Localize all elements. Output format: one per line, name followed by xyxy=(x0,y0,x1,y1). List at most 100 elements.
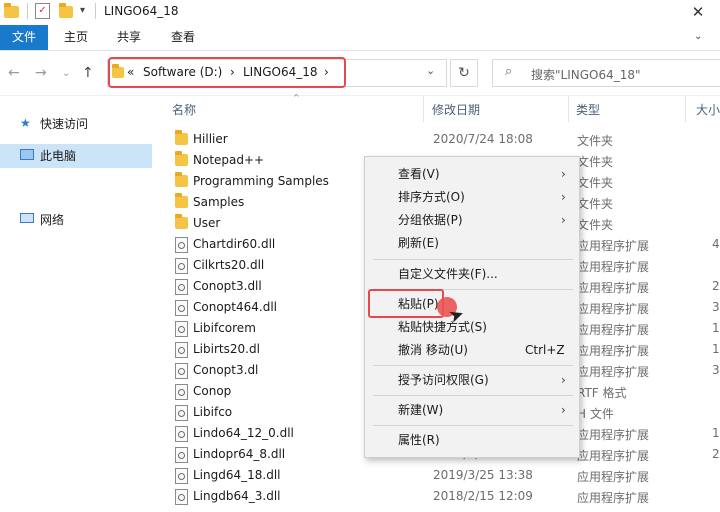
search-box[interactable]: ⌕ 搜索"LINGO64_18" xyxy=(492,59,720,87)
column-header-type[interactable]: 类型 xyxy=(576,101,600,118)
dll-file-icon xyxy=(175,342,188,358)
column-divider[interactable] xyxy=(423,96,424,122)
close-icon[interactable]: ✕ xyxy=(676,0,720,25)
menu-item-properties[interactable]: 属性(R) xyxy=(365,429,579,451)
dll-file-icon xyxy=(175,363,188,379)
file-name: Conop xyxy=(193,384,232,398)
sidebar-item-this-pc[interactable]: 此电脑 xyxy=(0,144,152,168)
vertical-scrollbar[interactable] xyxy=(708,122,720,512)
dll-file-icon xyxy=(175,447,188,463)
menu-item-view[interactable]: 查看(V) › xyxy=(365,163,579,185)
file-type: 应用程序扩展 xyxy=(577,323,650,337)
menu-item-label: 授予访问权限(G) xyxy=(398,373,489,387)
menu-item-label: 分组依据(P) xyxy=(398,213,463,227)
navigation-pane: ★ 快速访问 此电脑 网络 xyxy=(0,96,155,512)
search-icon: ⌕ xyxy=(505,64,513,79)
menu-item-label: 属性(R) xyxy=(398,433,440,447)
column-header-date[interactable]: 修改日期 xyxy=(432,101,480,118)
ribbon-tabs: 文件 主页 共享 查看 ⌄ xyxy=(0,25,720,51)
menu-item-new[interactable]: 新建(W) › xyxy=(365,399,579,421)
file-name: User xyxy=(193,216,221,230)
expand-ribbon-icon[interactable]: ⌄ xyxy=(694,31,702,42)
sidebar-item-label: 网络 xyxy=(40,213,65,227)
dll-file-icon xyxy=(175,468,188,484)
folder-icon xyxy=(175,214,188,229)
dll-file-icon xyxy=(175,405,188,421)
menu-separator xyxy=(373,395,573,396)
tab-share[interactable]: 共享 xyxy=(107,25,151,50)
refresh-icon[interactable]: ↻ xyxy=(450,59,478,87)
recent-locations-icon[interactable]: ⌄ xyxy=(62,68,70,79)
sidebar-item-label: 快速访问 xyxy=(40,117,89,131)
menu-item-customize-folder[interactable]: 自定义文件夹(F)... xyxy=(365,263,579,285)
menu-item-sort-by[interactable]: 排序方式(O) › xyxy=(365,186,579,208)
sidebar-item-network[interactable]: 网络 xyxy=(0,208,152,232)
menu-separator xyxy=(373,425,573,426)
file-name: Hillier xyxy=(193,132,228,146)
file-type: 文件夹 xyxy=(577,176,614,190)
file-name: Libirts20.dl xyxy=(193,342,260,356)
back-icon[interactable]: ← xyxy=(8,65,20,81)
file-name: Conopt3.dll xyxy=(193,279,262,293)
file-type: 文件夹 xyxy=(577,197,614,211)
file-row[interactable]: Lingd64_18.dll 2019/3/25 13:38 应用程序扩展 xyxy=(172,465,720,486)
dll-file-icon xyxy=(175,321,188,337)
menu-item-label: 新建(W) xyxy=(398,403,444,417)
file-name: Chartdir60.dll xyxy=(193,237,276,251)
file-name: Conopt3.dl xyxy=(193,363,259,377)
folder-icon xyxy=(175,193,188,208)
new-folder-icon[interactable] xyxy=(59,3,73,18)
sidebar-item-quick-access[interactable]: ★ 快速访问 xyxy=(0,112,152,136)
column-header-name[interactable]: 名称 xyxy=(172,101,196,118)
tab-home[interactable]: 主页 xyxy=(54,25,98,50)
menu-item-undo-move[interactable]: 撤消 移动(U) Ctrl+Z xyxy=(365,339,579,361)
file-row[interactable]: Hillier 2020/7/24 18:08 文件夹 xyxy=(172,129,720,150)
file-type: 应用程序扩展 xyxy=(577,491,650,505)
column-divider[interactable] xyxy=(568,96,569,122)
menu-item-refresh[interactable]: 刷新(E) xyxy=(365,232,579,254)
submenu-arrow-icon: › xyxy=(561,167,566,181)
file-name: Lindo64_12_0.dll xyxy=(193,426,294,440)
menu-item-paste-shortcut[interactable]: 粘贴快捷方式(S) xyxy=(365,316,579,338)
menu-item-group-by[interactable]: 分组依据(P) › xyxy=(365,209,579,231)
file-name: Cilkrts20.dll xyxy=(193,258,265,272)
navigation-bar: ← → ⌄ ↑ « Software (D:) › LINGO64_18 › ⌄… xyxy=(0,51,720,96)
dll-file-icon xyxy=(175,258,188,274)
forward-icon[interactable]: → xyxy=(35,65,47,81)
menu-item-label: 刷新(E) xyxy=(398,236,439,250)
file-type: 文件夹 xyxy=(577,134,614,148)
properties-icon[interactable]: ✓ xyxy=(35,3,50,19)
file-type: 应用程序扩展 xyxy=(577,239,650,253)
file-name: Libifcorem xyxy=(193,321,256,335)
up-icon[interactable]: ↑ xyxy=(82,65,94,81)
menu-item-give-access[interactable]: 授予访问权限(G) › xyxy=(365,369,579,391)
tab-view[interactable]: 查看 xyxy=(161,25,205,50)
dll-file-icon xyxy=(175,489,188,505)
menu-separator xyxy=(373,259,573,260)
menu-item-label: 撤消 移动(U) xyxy=(398,343,468,357)
file-type: 应用程序扩展 xyxy=(577,344,650,358)
file-date: 2018/2/15 12:09 xyxy=(433,489,533,503)
quick-access-toolbar-dropdown-icon[interactable]: ▾ xyxy=(80,5,85,16)
file-type: 应用程序扩展 xyxy=(577,365,650,379)
window-title: LINGO64_18 xyxy=(104,4,179,18)
sidebar-item-label: 此电脑 xyxy=(40,149,77,163)
divider xyxy=(27,3,28,19)
file-name: Notepad++ xyxy=(193,153,265,167)
column-divider[interactable] xyxy=(685,96,686,122)
file-name: Lingd64_18.dll xyxy=(193,468,281,482)
file-type: 应用程序扩展 xyxy=(577,470,650,484)
file-row[interactable]: Lingdb64_3.dll 2018/2/15 12:09 应用程序扩展 xyxy=(172,486,720,507)
computer-icon xyxy=(20,149,34,160)
file-name: Libifco xyxy=(193,405,233,419)
folder-icon xyxy=(175,151,188,166)
file-type: H 文件 xyxy=(577,407,614,421)
column-header-size[interactable]: 大小 xyxy=(696,101,720,118)
address-dropdown-icon[interactable]: ⌄ xyxy=(426,64,435,77)
address-highlight-annotation xyxy=(108,57,346,88)
star-icon: ★ xyxy=(20,116,31,130)
menu-item-label: 粘贴快捷方式(S) xyxy=(398,320,487,334)
menu-item-shortcut: Ctrl+Z xyxy=(525,343,565,357)
tab-file[interactable]: 文件 xyxy=(0,25,48,50)
folder-icon xyxy=(175,130,188,145)
